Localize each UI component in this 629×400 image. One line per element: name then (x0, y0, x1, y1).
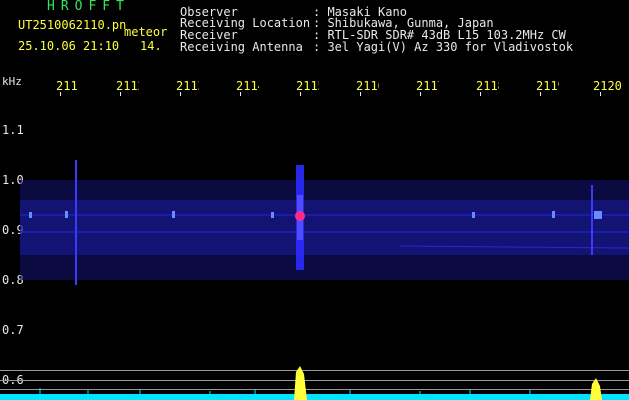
spectrogram (0, 92, 629, 400)
x-tick-marks (60, 92, 601, 96)
amplitude-trace (0, 394, 629, 400)
reference-lines (0, 370, 629, 390)
meteor-echo (295, 165, 305, 270)
amplitude-spikes (39, 388, 531, 394)
